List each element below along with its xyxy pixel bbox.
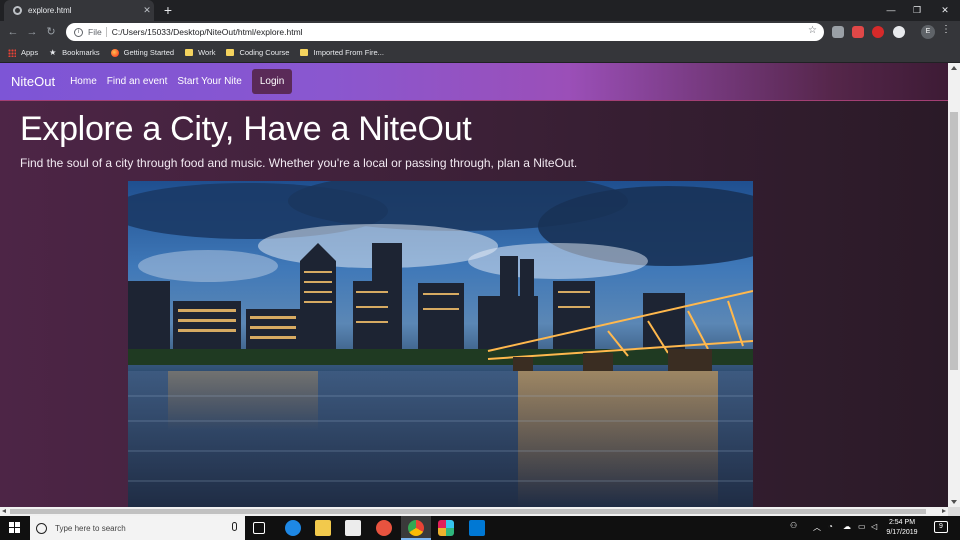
bookmark-imported[interactable]: Imported From Fire...: [300, 48, 384, 57]
bookmark-label: Getting Started: [123, 48, 175, 57]
info-icon[interactable]: i: [74, 27, 83, 37]
slack-icon[interactable]: [438, 520, 454, 536]
forward-arrow-icon[interactable]: →: [24, 24, 40, 40]
nav-link-find-event[interactable]: Find an event: [107, 76, 168, 87]
horizontal-scrollbar[interactable]: [0, 507, 948, 516]
tab-title: explore.html: [28, 6, 72, 15]
bookmark-apps[interactable]: Apps: [8, 48, 38, 57]
tab-close-icon[interactable]: ✕: [140, 5, 154, 16]
folder-icon: [226, 49, 235, 56]
vscode-icon[interactable]: [469, 520, 485, 536]
edge-icon[interactable]: [285, 520, 301, 536]
site-navbar: NiteOut Home Find an event Start Your Ni…: [0, 63, 948, 101]
profile-avatar[interactable]: E: [921, 25, 935, 39]
scroll-down-arrow-icon[interactable]: [951, 500, 957, 504]
taskbar-search-box[interactable]: Type here to search: [30, 516, 245, 540]
scrollbar-corner: [948, 507, 960, 516]
bookmark-star-icon[interactable]: ☆: [808, 25, 817, 36]
url-scheme-label: File: [88, 27, 102, 37]
city-skyline-photo: [128, 181, 753, 507]
login-button[interactable]: Login: [251, 69, 293, 94]
horizontal-scroll-thumb[interactable]: [10, 509, 926, 514]
search-placeholder: Type here to search: [55, 523, 126, 533]
bookmark-label: Bookmarks: [62, 48, 100, 57]
page-title: Explore a City, Have a NiteOut: [20, 110, 472, 148]
new-tab-button[interactable]: +: [160, 2, 176, 18]
bookmark-coding-course[interactable]: Coding Course: [226, 48, 289, 57]
microphone-icon[interactable]: [232, 522, 237, 531]
omnibox-divider: [105, 27, 107, 37]
scroll-left-arrow-icon[interactable]: [2, 509, 6, 513]
bookmark-bookmarks[interactable]: ★ Bookmarks: [49, 48, 100, 57]
bookmark-getting-started[interactable]: Getting Started: [110, 48, 175, 57]
apps-grid-icon: [8, 48, 16, 57]
bookmark-label: Apps: [21, 48, 39, 57]
scroll-right-arrow-icon[interactable]: [942, 509, 946, 513]
cloud-icon[interactable]: ☁: [843, 522, 851, 540]
windows-taskbar: Type here to search ⚇ ︿ ◔ ☁ ▭ ◁ 2:54 PM …: [0, 516, 960, 540]
bookmark-label: Work: [198, 48, 216, 57]
vertical-scrollbar[interactable]: [948, 63, 960, 507]
cortana-icon: [36, 522, 47, 534]
battery-icon[interactable]: ▭: [858, 522, 866, 540]
clock-date: 9/17/2019: [886, 529, 918, 536]
bookmark-label: Coding Course: [239, 48, 290, 57]
browser-toolbar: ← → ↻ i File C:/Users/15033/Desktop/Nite…: [0, 21, 960, 43]
bookmarks-bar: Apps ★ Bookmarks Getting Started Work Co…: [0, 43, 960, 63]
extension-record-icon[interactable]: [852, 26, 864, 38]
restore-button[interactable]: ❐: [902, 0, 932, 21]
globe-icon: [13, 6, 22, 15]
show-hidden-icons[interactable]: ︿: [813, 522, 821, 540]
vertical-scroll-thumb[interactable]: [950, 112, 958, 370]
star-icon: ★: [49, 48, 57, 57]
maps-pin-icon[interactable]: [376, 520, 392, 536]
task-view-icon[interactable]: [253, 522, 265, 534]
clock-time: 2:54 PM: [888, 519, 916, 526]
extension-cast-icon[interactable]: [832, 26, 844, 38]
chrome-menu-icon[interactable]: ⋮: [941, 24, 951, 35]
chrome-icon[interactable]: [408, 520, 424, 536]
page-subtitle: Find the soul of a city through food and…: [20, 156, 578, 170]
volume-icon[interactable]: ◁: [871, 522, 877, 540]
back-arrow-icon[interactable]: ←: [5, 24, 21, 40]
people-icon[interactable]: ⚇: [790, 521, 797, 540]
folder-icon: [300, 49, 309, 56]
page-viewport: NiteOut Home Find an event Start Your Ni…: [0, 63, 948, 507]
firefox-icon: [110, 48, 119, 57]
browser-tab[interactable]: explore.html ✕: [4, 0, 154, 21]
screen: explore.html ✕ + — ❐ ✕ ← → ↻ i File C:/U…: [0, 0, 960, 540]
mail-icon[interactable]: [345, 520, 361, 536]
address-bar[interactable]: i File C:/Users/15033/Desktop/NiteOut/ht…: [66, 23, 824, 41]
windows-start-icon[interactable]: [9, 522, 21, 534]
bookmark-label: Imported From Fire...: [313, 48, 384, 57]
folder-icon: [185, 49, 194, 56]
extension-adblock-icon[interactable]: [872, 26, 884, 38]
nav-link-start-your-nite[interactable]: Start Your Nite: [177, 76, 241, 87]
city-skyline-illustration: [128, 181, 753, 507]
url-text[interactable]: C:/Users/15033/Desktop/NiteOut/html/expl…: [112, 27, 303, 37]
extension-circle-icon[interactable]: [893, 26, 905, 38]
close-window-button[interactable]: ✕: [930, 0, 960, 21]
action-center-icon[interactable]: 9: [934, 521, 948, 533]
file-explorer-icon[interactable]: [315, 520, 331, 536]
scroll-up-arrow-icon[interactable]: [951, 66, 957, 70]
wifi-icon[interactable]: ◔: [828, 522, 833, 540]
browser-titlebar: explore.html ✕ + — ❐ ✕: [0, 0, 960, 21]
reload-icon[interactable]: ↻: [43, 24, 59, 40]
site-brand[interactable]: NiteOut: [11, 74, 55, 89]
bookmark-work[interactable]: Work: [185, 48, 215, 57]
nav-link-home[interactable]: Home: [70, 76, 97, 87]
system-clock[interactable]: 2:54 PM 9/17/2019: [878, 518, 926, 538]
